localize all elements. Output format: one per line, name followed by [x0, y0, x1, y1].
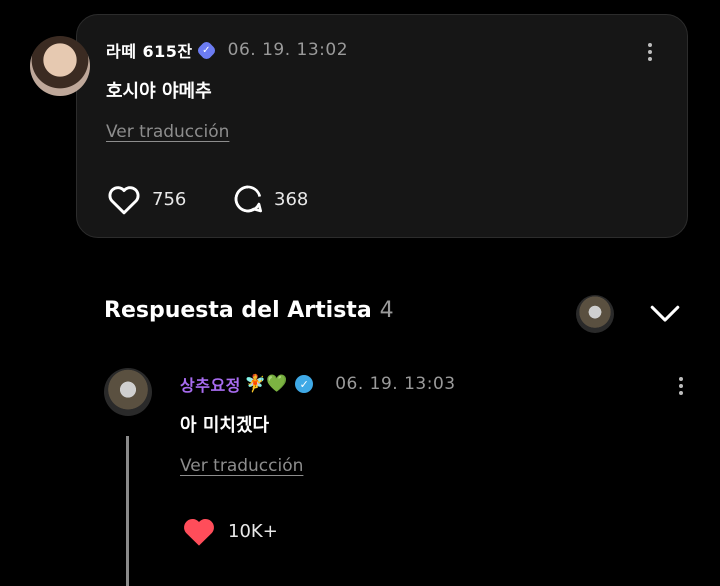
reply-timestamp: 06. 19. 13:03 [335, 374, 456, 394]
comment-translate-link[interactable]: Ver traducción [106, 122, 229, 142]
heart-filled-icon [184, 518, 214, 546]
comment-username[interactable]: 라떼 615잔 [106, 38, 193, 62]
reply-header: 상추요정 🧚💚 ✓ 06. 19. 13:03 [180, 372, 456, 396]
comment-timestamp: 06. 19. 13:02 [227, 40, 349, 60]
reply-text: 아 미치겠다 [180, 415, 270, 436]
artist-reply-header[interactable]: Respuesta del Artista 4 [104, 298, 394, 323]
comment-more-icon[interactable] [648, 40, 652, 64]
comment-like-button[interactable]: 756 [106, 183, 186, 215]
comment-header: 라떼 615잔 ✓ 06. 19. 13:02 [106, 38, 348, 62]
verified-icon: ✓ [295, 375, 314, 393]
artist-reply-title: Respuesta del Artista [104, 298, 372, 323]
thread-line [126, 436, 129, 586]
verified-icon: ✓ [195, 39, 217, 61]
heart-icon [108, 186, 140, 215]
reply-username[interactable]: 상추요정 [180, 372, 241, 396]
artist-avatar-small [576, 295, 614, 333]
reply-like-button[interactable]: 10K+ [180, 514, 278, 548]
comment-reply-button[interactable]: 368 [232, 183, 308, 215]
reply-more-icon[interactable] [679, 374, 683, 398]
chevron-down-icon[interactable] [648, 300, 682, 326]
reply-translate-link[interactable]: Ver traducción [180, 456, 303, 476]
comment-reply-count: 368 [274, 188, 309, 210]
comment-avatar[interactable] [30, 36, 90, 96]
comment-bubble-icon [234, 185, 262, 213]
reply-like-count: 10K+ [228, 520, 278, 542]
reply-avatar[interactable] [104, 368, 152, 416]
reply-username-emoji: 🧚💚 [244, 374, 288, 394]
artist-reply-count: 4 [379, 298, 394, 323]
comment-like-count: 756 [152, 188, 187, 210]
comment-text: 호시야 야메추 [106, 81, 212, 102]
